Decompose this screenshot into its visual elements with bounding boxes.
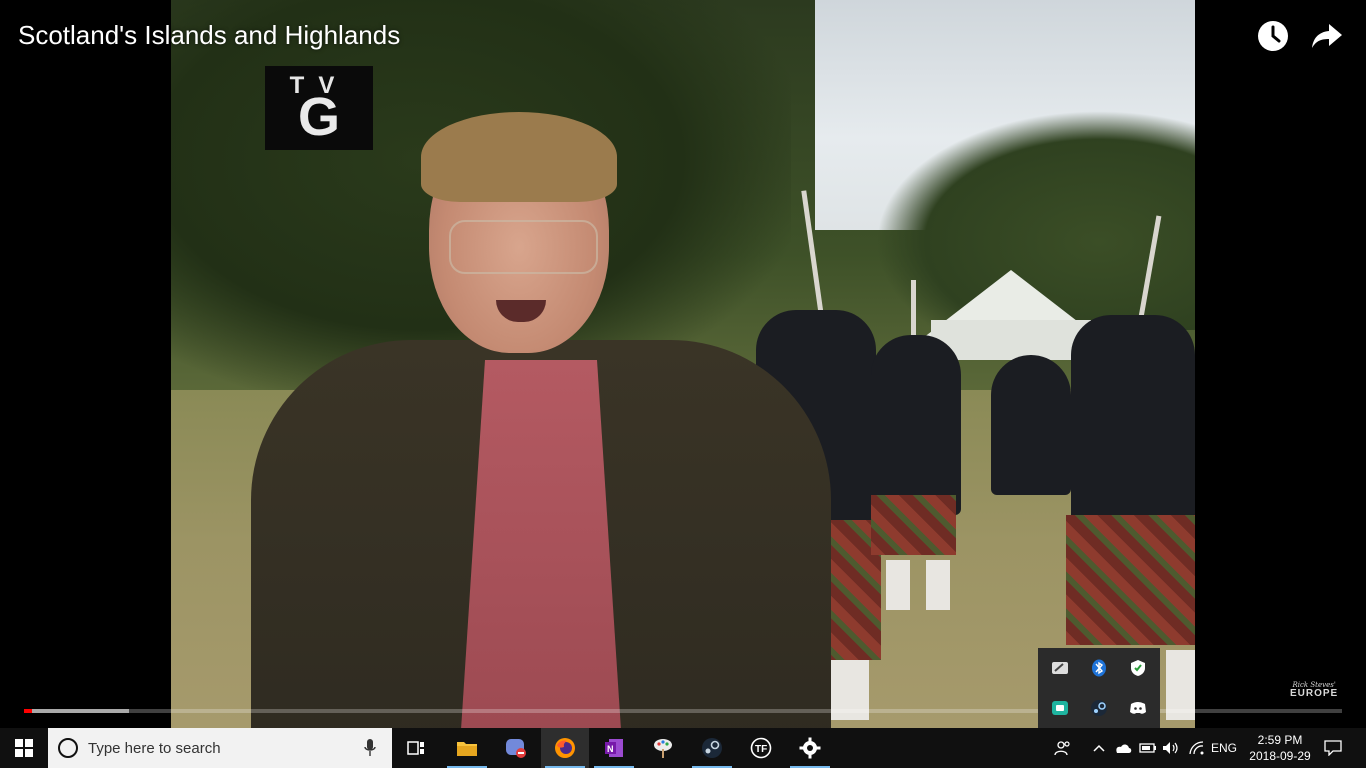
chevron-up-icon — [1093, 744, 1105, 752]
firefox-icon — [555, 738, 575, 758]
settings-button[interactable] — [786, 728, 834, 768]
piper — [871, 335, 961, 515]
svg-text:N: N — [607, 744, 614, 754]
speaker-icon — [1163, 742, 1178, 754]
channel-watermark: Rick Steves' EUROPE — [1290, 682, 1338, 699]
progress-played — [24, 709, 32, 713]
presenter-hair — [421, 112, 617, 202]
pen-tablet-icon[interactable] — [1046, 654, 1074, 682]
steam-icon[interactable] — [1085, 694, 1113, 722]
notification-icon — [1324, 740, 1342, 756]
piper — [1071, 315, 1195, 525]
task-view-button[interactable] — [392, 728, 440, 768]
steam-app-button[interactable] — [688, 728, 736, 768]
piper — [991, 355, 1071, 495]
onedrive-button[interactable] — [1112, 728, 1134, 768]
search-placeholder: Type here to search — [88, 740, 221, 757]
tray-overflow-flyout — [1038, 648, 1160, 728]
paint-icon — [654, 739, 672, 758]
bluetooth-icon[interactable] — [1085, 654, 1113, 682]
battery-icon — [1139, 743, 1156, 753]
search-box[interactable]: Type here to search — [48, 728, 392, 768]
clock-icon — [1258, 21, 1288, 51]
battery-button[interactable] — [1137, 728, 1159, 768]
paint-button[interactable] — [639, 728, 687, 768]
progress-loaded — [24, 709, 130, 713]
watch-later-button[interactable] — [1253, 16, 1293, 56]
discord-app-icon — [506, 739, 526, 758]
share-button[interactable] — [1307, 16, 1347, 56]
discord-icon[interactable] — [1124, 694, 1152, 722]
clock-time: 2:59 PM — [1257, 733, 1303, 747]
rating-g-label: G — [297, 87, 340, 147]
microphone-icon[interactable] — [364, 739, 376, 762]
defender-shield-icon[interactable] — [1124, 654, 1152, 682]
clock-date: 2018-09-29 — [1249, 749, 1311, 763]
presenter-glasses — [449, 220, 598, 274]
language-indicator[interactable]: ENG — [1208, 728, 1240, 768]
svg-text:TF: TF — [755, 744, 767, 755]
share-icon — [1312, 24, 1342, 48]
taskbar: Type here to search N TF ENG 2:59 PM 201… — [0, 728, 1366, 768]
task-view-icon — [407, 741, 424, 755]
app-card-icon[interactable] — [1046, 694, 1074, 722]
people-icon — [1054, 741, 1070, 756]
show-hidden-icons-button[interactable] — [1090, 728, 1108, 768]
start-button[interactable] — [0, 728, 48, 768]
watermark-bottom: EUROPE — [1290, 688, 1339, 699]
windows-icon — [15, 739, 33, 757]
wifi-icon — [1189, 741, 1204, 755]
onenote-button[interactable]: N — [590, 728, 638, 768]
tf-icon: TF — [750, 737, 772, 759]
taskbar-clock[interactable]: 2:59 PM 2018-09-29 — [1240, 732, 1320, 764]
discord-app-button[interactable] — [492, 728, 540, 768]
tv-rating-badge: TV G — [265, 66, 373, 150]
wifi-button[interactable] — [1185, 728, 1207, 768]
tf-app-button[interactable]: TF — [737, 728, 785, 768]
steam-app-icon — [702, 738, 722, 758]
presenter-shirt — [461, 360, 621, 728]
onenote-icon: N — [605, 739, 623, 757]
cloud-icon — [1116, 744, 1132, 753]
video-title[interactable]: Scotland's Islands and Highlands — [18, 20, 400, 51]
firefox-button[interactable] — [541, 728, 589, 768]
action-center-button[interactable] — [1320, 728, 1346, 768]
file-explorer-button[interactable] — [443, 728, 491, 768]
settings-icon — [799, 737, 821, 759]
people-button[interactable] — [1050, 728, 1076, 768]
file-explorer-icon — [457, 742, 477, 756]
volume-button[interactable] — [1160, 728, 1182, 768]
cortana-icon — [58, 738, 78, 758]
video-player[interactable]: TV G Scotland's Islands and Highlands Ri… — [0, 0, 1366, 728]
